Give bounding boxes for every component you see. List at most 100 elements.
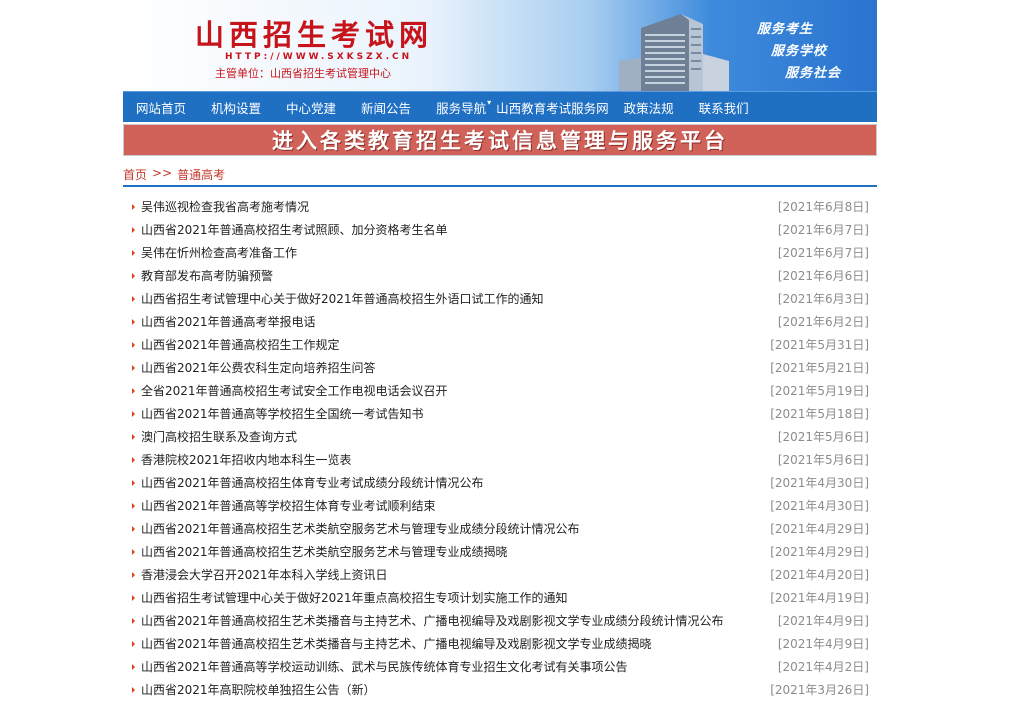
article-link[interactable]: 山西省招生考试管理中心关于做好2021年普通高校招生外语口试工作的通知 — [141, 290, 778, 307]
article-link[interactable]: 山西省2021年普通高等学校招生体育专业考试顺利结束 — [141, 497, 770, 514]
article-link[interactable]: 全省2021年普通高校招生考试安全工作电视电话会议召开 — [141, 382, 770, 399]
triangle-bullet-icon — [132, 295, 135, 302]
article-date: [2021年4月30日] — [770, 499, 869, 513]
list-item: 吴伟在忻州检查高考准备工作 [2021年6月7日] — [123, 241, 877, 264]
list-item: 山西省2021年普通高校招生艺术类航空服务艺术与管理专业成绩揭晓 [2021年4月… — [123, 540, 877, 563]
triangle-bullet-icon — [132, 640, 135, 647]
nav-contact[interactable]: 联系我们 — [699, 98, 749, 117]
list-item: 山西省2021年普通高校招生体育专业考试成绩分段统计情况公布 [2021年4月30… — [123, 471, 877, 494]
triangle-bullet-icon — [132, 502, 135, 509]
article-date: [2021年5月31日] — [770, 338, 869, 352]
article-date: [2021年6月6日] — [777, 269, 869, 283]
article-date: [2021年4月9日] — [777, 637, 869, 651]
article-link[interactable]: 山西省2021年普通高校招生艺术类播音与主持艺术、广播电视编导及戏剧影视文学专业… — [141, 635, 778, 652]
list-item: 全省2021年普通高校招生考试安全工作电视电话会议召开 [2021年5月19日] — [123, 379, 877, 402]
list-item: 山西省2021年普通高等学校运动训练、武术与民族传统体育专业招生文化考试有关事项… — [123, 655, 877, 678]
triangle-bullet-icon — [132, 433, 135, 440]
platform-banner[interactable]: 进入各类教育招生考试信息管理与服务平台 — [123, 124, 877, 156]
article-link[interactable]: 教育部发布高考防骗预警 — [141, 267, 778, 284]
article-date: [2021年6月3日] — [777, 292, 869, 306]
triangle-bullet-icon — [132, 341, 135, 348]
breadcrumb-home[interactable]: 首页 — [123, 166, 147, 183]
article-link[interactable]: 山西省2021年普通高考举报电话 — [141, 313, 778, 330]
article-link[interactable]: 山西省2021年公费农科生定向培养招生问答 — [141, 359, 770, 376]
list-item: 澳门高校招生联系及查询方式 [2021年5月6日] — [123, 425, 877, 448]
platform-banner-text: 进入各类教育招生考试信息管理与服务平台 — [272, 128, 728, 153]
nav-policy[interactable]: 政策法规 — [624, 98, 674, 117]
slogan-society: 服务社会 — [785, 66, 842, 81]
article-date: [2021年5月18日] — [770, 407, 869, 421]
article-date: [2021年4月19日] — [770, 591, 869, 605]
article-link[interactable]: 山西省2021年普通高等学校招生全国统一考试告知书 — [141, 405, 770, 422]
article-link[interactable]: 山西省2021年普通高等学校运动训练、武术与民族传统体育专业招生文化考试有关事项… — [141, 658, 778, 675]
article-date: [2021年4月30日] — [770, 476, 869, 490]
list-item: 山西省招生考试管理中心关于做好2021年重点高校招生专项计划实施工作的通知 [20… — [123, 586, 877, 609]
article-date: [2021年6月2日] — [777, 315, 869, 329]
article-list: 吴伟巡视检查我省高考施考情况 [2021年6月8日] 山西省2021年普通高校招生考… — [123, 195, 877, 701]
triangle-bullet-icon — [132, 594, 135, 601]
nav-organization[interactable]: 机构设置 — [211, 98, 261, 117]
article-link[interactable]: 山西省招生考试管理中心关于做好2021年重点高校招生专项计划实施工作的通知 — [141, 589, 770, 606]
article-date: [2021年4月2日] — [777, 660, 869, 674]
breadcrumb-separator: >> — [152, 166, 173, 180]
article-date: [2021年6月7日] — [777, 223, 869, 237]
list-item: 山西省2021年普通高校招生艺术类播音与主持艺术、广播电视编导及戏剧影视文学专业… — [123, 609, 877, 632]
article-link[interactable]: 山西省2021年普通高校招生体育专业考试成绩分段统计情况公布 — [141, 474, 770, 491]
list-item: 山西省2021年普通高校招生艺术类播音与主持艺术、广播电视编导及戏剧影视文学专业… — [123, 632, 877, 655]
list-item: 教育部发布高考防骗预警 [2021年6月6日] — [123, 264, 877, 287]
list-item: 山西省2021年普通高校招生艺术类航空服务艺术与管理专业成绩分段统计情况公布 [2… — [123, 517, 877, 540]
nav-exam-service[interactable]: 山西教育考试服务网 — [496, 98, 609, 117]
triangle-bullet-icon — [132, 364, 135, 371]
article-date: [2021年4月20日] — [770, 568, 869, 582]
list-item: 山西省2021年普通高等学校招生全国统一考试告知书 [2021年5月18日] — [123, 402, 877, 425]
article-link[interactable]: 山西省2021年普通高校招生工作规定 — [141, 336, 770, 353]
article-date: [2021年5月6日] — [777, 430, 869, 444]
site-url: HTTP://WWW.SXKSZX.CN — [225, 52, 413, 62]
site-title[interactable]: 山西招生考试网 — [195, 12, 433, 54]
triangle-bullet-icon — [132, 203, 135, 210]
breadcrumb-current[interactable]: 普通高考 — [177, 166, 225, 183]
list-item: 香港浸会大学召开2021年本科入学线上资讯日 [2021年4月20日] — [123, 563, 877, 586]
list-item: 香港院校2021年招收内地本科生一览表 [2021年5月6日] — [123, 448, 877, 471]
list-item: 山西省2021年普通高等学校招生体育专业考试顺利结束 [2021年4月30日] — [123, 494, 877, 517]
article-date: [2021年5月21日] — [770, 361, 869, 375]
nav-party[interactable]: 中心党建 — [286, 98, 336, 117]
article-link[interactable]: 山西省2021年普通高校招生考试照顾、加分资格考生名单 — [141, 221, 778, 238]
article-link[interactable]: 山西省2021年普通高校招生艺术类航空服务艺术与管理专业成绩揭晓 — [141, 543, 770, 560]
nav-home[interactable]: 网站首页 — [136, 98, 186, 117]
nav-news[interactable]: 新闻公告 — [361, 98, 411, 117]
triangle-bullet-icon — [132, 249, 135, 256]
list-item: 山西省2021年普通高校招生考试照顾、加分资格考生名单 [2021年6月7日] — [123, 218, 877, 241]
article-link[interactable]: 澳门高校招生联系及查询方式 — [141, 428, 778, 445]
triangle-bullet-icon — [132, 571, 135, 578]
list-item: 山西省招生考试管理中心关于做好2021年普通高校招生外语口试工作的通知 [2021… — [123, 287, 877, 310]
list-item: 吴伟巡视检查我省高考施考情况 [2021年6月8日] — [123, 195, 877, 218]
triangle-bullet-icon — [132, 548, 135, 555]
nav-services-dropdown[interactable]: 服务导航▾ — [436, 98, 491, 117]
site-org: 主管单位：山西省招生考试管理中心 — [215, 67, 391, 80]
triangle-bullet-icon — [132, 456, 135, 463]
list-item: 山西省2021年普通高校招生工作规定 [2021年5月31日] — [123, 333, 877, 356]
article-link[interactable]: 山西省2021年普通高校招生艺术类播音与主持艺术、广播电视编导及戏剧影视文学专业… — [141, 612, 778, 629]
article-date: [2021年3月26日] — [770, 683, 869, 697]
article-date: [2021年4月29日] — [770, 545, 869, 559]
page-container: 山西招生考试网 HTTP://WWW.SXKSZX.CN 主管单位：山西省招生考… — [123, 0, 877, 701]
triangle-bullet-icon — [132, 410, 135, 417]
triangle-bullet-icon — [132, 686, 135, 693]
article-link[interactable]: 香港院校2021年招收内地本科生一览表 — [141, 451, 778, 468]
article-date: [2021年5月6日] — [777, 453, 869, 467]
article-link[interactable]: 香港浸会大学召开2021年本科入学线上资讯日 — [141, 566, 770, 583]
main-nav: 网站首页 机构设置 中心党建 新闻公告 服务导航▾ 山西教育考试服务网 政策法规… — [123, 91, 877, 122]
article-link[interactable]: 吴伟在忻州检查高考准备工作 — [141, 244, 778, 261]
article-link[interactable]: 山西省2021年高职院校单独招生公告（新） — [141, 681, 770, 698]
list-item: 山西省2021年普通高考举报电话 [2021年6月2日] — [123, 310, 877, 333]
article-date: [2021年4月29日] — [770, 522, 869, 536]
article-date: [2021年4月9日] — [777, 614, 869, 628]
triangle-bullet-icon — [132, 226, 135, 233]
triangle-bullet-icon — [132, 272, 135, 279]
slogan-students: 服务考生 — [757, 22, 814, 37]
article-link[interactable]: 山西省2021年普通高校招生艺术类航空服务艺术与管理专业成绩分段统计情况公布 — [141, 520, 770, 537]
triangle-bullet-icon — [132, 663, 135, 670]
article-link[interactable]: 吴伟巡视检查我省高考施考情况 — [141, 198, 778, 215]
triangle-bullet-icon — [132, 479, 135, 486]
